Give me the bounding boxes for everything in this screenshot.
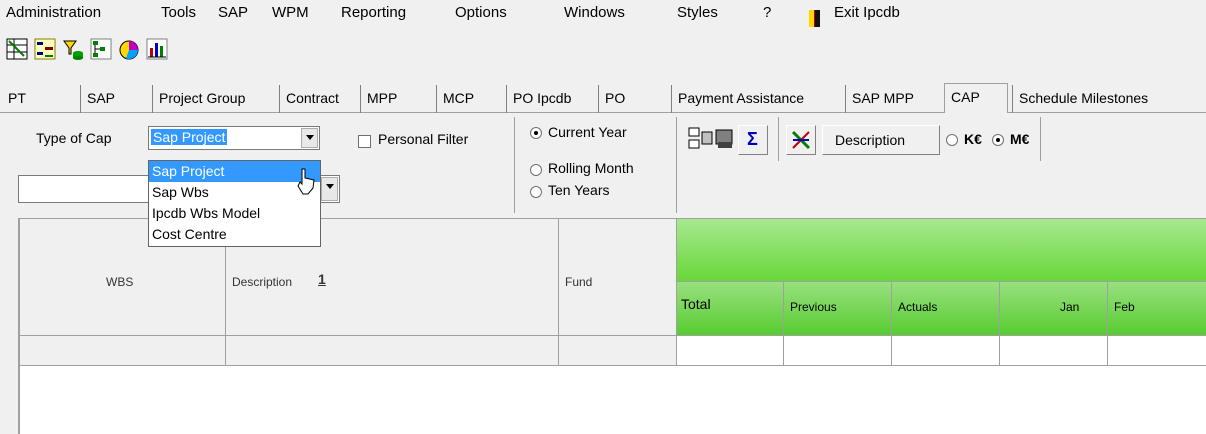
previous-header-label: Previous <box>790 300 837 314</box>
feb-header-label: Feb <box>1114 300 1135 314</box>
tab-mcp[interactable]: MCP <box>436 85 502 113</box>
rolling-month-label: Rolling Month <box>548 160 634 176</box>
description-header-label: Description <box>232 275 293 289</box>
current-year-label: Current Year <box>548 124 627 140</box>
bar-chart-icon[interactable] <box>146 38 168 60</box>
menu-administration[interactable]: Administration <box>6 4 101 21</box>
m-euro-label: M€ <box>1010 131 1030 147</box>
data-grid: WBS Description 1 Fund Total Previous Ac… <box>18 218 1206 434</box>
filter-cell-wbs[interactable] <box>20 336 226 366</box>
tab-po[interactable]: PO <box>598 85 668 113</box>
sigma-icon: Σ <box>747 129 758 149</box>
pie-chart-icon[interactable] <box>118 38 140 60</box>
jan-header-label: Jan <box>1060 300 1080 314</box>
k-euro-label: K€ <box>964 131 982 147</box>
m-euro-radio[interactable] <box>992 134 1004 146</box>
menu-bar: Administration Tools SAP WPM Reporting O… <box>0 0 1206 34</box>
column-header-jan[interactable]: Jan <box>1000 282 1108 336</box>
column-header-actuals[interactable]: Actuals <box>892 282 1000 336</box>
exit-door-icon[interactable] <box>808 8 822 28</box>
filter-cell-description[interactable] <box>226 336 559 366</box>
filter-cell-total[interactable] <box>677 336 784 366</box>
sort-ascending-icon: 1 <box>318 271 326 287</box>
tab-strip: PT SAP Project Group Contract MPP MCP PO… <box>0 83 1206 113</box>
column-header-total[interactable]: Total <box>677 282 784 336</box>
menu-exit[interactable]: Exit Ipcdb <box>834 4 900 21</box>
period-header-band <box>677 219 1206 282</box>
description-button[interactable]: Description <box>822 125 940 155</box>
grid-tree-icon[interactable] <box>6 38 28 60</box>
option-sap-project[interactable]: Sap Project <box>149 161 320 182</box>
divider <box>1040 117 1041 161</box>
k-euro-radio[interactable] <box>946 134 958 146</box>
personal-filter-checkbox[interactable] <box>358 135 371 148</box>
menu-styles[interactable]: Styles <box>677 4 718 21</box>
tab-sap-mpp[interactable]: SAP MPP <box>845 85 941 113</box>
option-cost-centre[interactable]: Cost Centre <box>149 224 320 245</box>
divider <box>676 117 677 213</box>
current-year-radio[interactable] <box>530 127 542 139</box>
menu-tools[interactable]: Tools <box>161 4 196 21</box>
tab-contract[interactable]: Contract <box>279 85 357 113</box>
filter-cell-jan[interactable] <box>1000 336 1108 366</box>
sum-button[interactable]: Σ <box>738 125 768 155</box>
menu-sap[interactable]: SAP <box>218 4 248 21</box>
tab-payment-assistance[interactable]: Payment Assistance <box>671 85 843 113</box>
filter-cell-fund[interactable] <box>559 336 677 366</box>
actuals-header-label: Actuals <box>898 300 938 314</box>
mouse-cursor-icon <box>297 168 315 195</box>
column-header-previous[interactable]: Previous <box>784 282 892 336</box>
column-header-fund[interactable]: Fund <box>559 219 677 336</box>
ten-years-radio[interactable] <box>530 186 542 198</box>
tab-pt[interactable]: PT <box>2 85 64 113</box>
chevron-down-icon[interactable] <box>321 177 338 201</box>
filter-cell-actuals[interactable] <box>892 336 1000 366</box>
filter-db-icon[interactable] <box>62 38 84 60</box>
wbs-header-label: WBS <box>106 275 134 289</box>
description-button-label: Description <box>835 132 906 148</box>
tab-cap[interactable]: CAP <box>944 83 1008 113</box>
export-icon[interactable] <box>688 126 734 152</box>
type-of-cap-select[interactable]: Sap Project <box>148 126 320 150</box>
ten-years-label: Ten Years <box>548 182 610 198</box>
option-ipcdb-wbs-model[interactable]: Ipcdb Wbs Model <box>149 203 320 224</box>
arrows-icon <box>791 130 811 150</box>
divider <box>778 117 779 161</box>
menu-wpm[interactable]: WPM <box>272 4 309 21</box>
menu-windows[interactable]: Windows <box>564 4 625 21</box>
menu-reporting[interactable]: Reporting <box>341 4 406 21</box>
tab-schedule-milestones[interactable]: Schedule Milestones <box>1012 85 1197 113</box>
chevron-down-icon[interactable] <box>301 128 318 148</box>
total-header-label: Total <box>681 296 711 312</box>
menu-help[interactable]: ? <box>763 4 771 21</box>
rolling-month-radio[interactable] <box>530 164 542 176</box>
type-of-cap-label: Type of Cap <box>36 130 112 146</box>
expand-collapse-button[interactable] <box>786 125 816 155</box>
personal-filter-label: Personal Filter <box>378 131 469 147</box>
divider <box>514 117 515 213</box>
tab-sap[interactable]: SAP <box>80 85 137 113</box>
column-header-feb[interactable]: Feb <box>1108 282 1206 336</box>
fund-header-label: Fund <box>565 275 593 289</box>
option-sap-wbs[interactable]: Sap Wbs <box>149 182 320 203</box>
hierarchy-icon[interactable] <box>34 38 56 60</box>
filter-cell-previous[interactable] <box>784 336 892 366</box>
menu-options[interactable]: Options <box>455 4 507 21</box>
tree-edit-icon[interactable] <box>90 38 112 60</box>
type-of-cap-value: Sap Project <box>151 129 228 145</box>
tab-po-ipcdb[interactable]: PO Ipcdb <box>506 85 596 113</box>
tab-project-group[interactable]: Project Group <box>152 85 276 113</box>
filter-cell-feb[interactable] <box>1108 336 1206 366</box>
tab-mpp[interactable]: MPP <box>360 85 426 113</box>
